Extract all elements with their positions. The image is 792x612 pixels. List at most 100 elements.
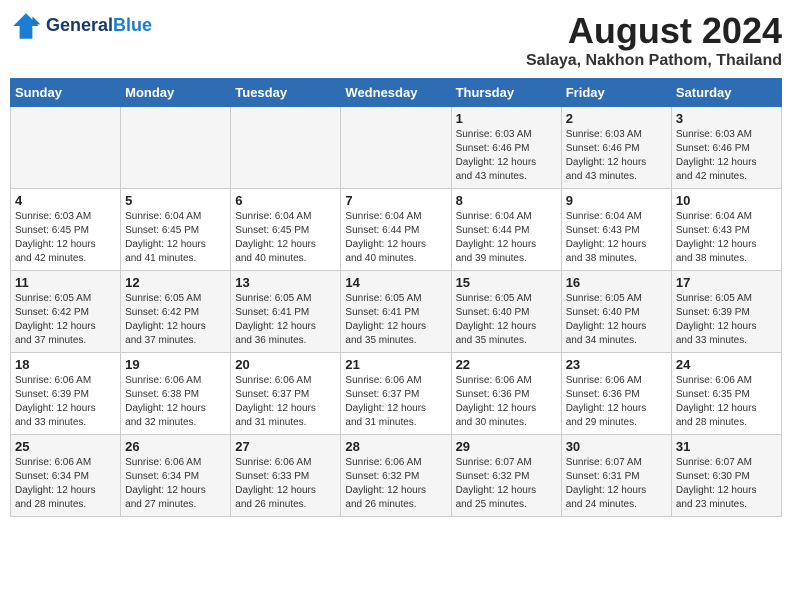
day-number: 21 <box>345 357 446 372</box>
day-number: 18 <box>15 357 116 372</box>
calendar-week-3: 11 Sunrise: 6:05 AM Sunset: 6:42 PM Dayli… <box>11 271 782 353</box>
calendar-day-28: 28 Sunrise: 6:06 AM Sunset: 6:32 PM Dayli… <box>341 435 451 517</box>
day-number: 1 <box>456 111 557 126</box>
calendar-day-6: 6 Sunrise: 6:04 AM Sunset: 6:45 PM Daylig… <box>231 189 341 271</box>
day-info: Sunrise: 6:07 AM Sunset: 6:32 PM Dayligh… <box>456 456 557 512</box>
calendar-day-27: 27 Sunrise: 6:06 AM Sunset: 6:33 PM Dayli… <box>231 435 341 517</box>
month-year: August 2024 <box>526 10 782 52</box>
day-info: Sunrise: 6:05 AM Sunset: 6:39 PM Dayligh… <box>676 292 777 348</box>
calendar-day-1: 1 Sunrise: 6:03 AM Sunset: 6:46 PM Daylig… <box>451 107 561 189</box>
calendar-day-7: 7Sunrise: 6:04 AM Sunset: 6:44 PM Daylig… <box>341 189 451 271</box>
day-number: 13 <box>235 275 336 290</box>
calendar-day-5: 5 Sunrise: 6:04 AM Sunset: 6:45 PM Daylig… <box>121 189 231 271</box>
calendar-day-23: 23Sunrise: 6:06 AM Sunset: 6:36 PM Dayli… <box>561 353 671 435</box>
day-info: Sunrise: 6:06 AM Sunset: 6:37 PM Dayligh… <box>345 374 446 430</box>
day-number: 24 <box>676 357 777 372</box>
calendar-day-20: 20Sunrise: 6:06 AM Sunset: 6:37 PM Dayli… <box>231 353 341 435</box>
location: Salaya, Nakhon Pathom, Thailand <box>526 52 782 70</box>
calendar-day-3: 3 Sunrise: 6:03 AM Sunset: 6:46 PM Daylig… <box>671 107 781 189</box>
day-number: 12 <box>125 275 226 290</box>
empty-cell <box>121 107 231 189</box>
day-number: 2 <box>566 111 667 126</box>
empty-cell <box>11 107 121 189</box>
weekday-header-saturday: Saturday <box>671 79 781 107</box>
calendar-day-26: 26 Sunrise: 6:06 AM Sunset: 6:34 PM Dayli… <box>121 435 231 517</box>
day-number: 19 <box>125 357 226 372</box>
day-number: 5 <box>125 193 226 208</box>
calendar-week-1: 1 Sunrise: 6:03 AM Sunset: 6:46 PM Daylig… <box>11 107 782 189</box>
day-number: 10 <box>676 193 777 208</box>
calendar-day-30: 30 Sunrise: 6:07 AM Sunset: 6:31 PM Dayli… <box>561 435 671 517</box>
day-number: 15 <box>456 275 557 290</box>
day-number: 14 <box>345 275 446 290</box>
day-info: Sunrise: 6:06 AM Sunset: 6:36 PM Dayligh… <box>566 374 667 430</box>
calendar-day-10: 10 Sunrise: 6:04 AM Sunset: 6:43 PM Dayli… <box>671 189 781 271</box>
day-info: Sunrise: 6:03 AM Sunset: 6:46 PM Dayligh… <box>456 128 557 184</box>
calendar-table: SundayMondayTuesdayWednesdayThursdayFrid… <box>10 78 782 517</box>
day-info: Sunrise: 6:05 AM Sunset: 6:42 PM Dayligh… <box>125 292 226 348</box>
calendar-day-19: 19Sunrise: 6:06 AM Sunset: 6:38 PM Dayli… <box>121 353 231 435</box>
day-number: 9 <box>566 193 667 208</box>
day-number: 22 <box>456 357 557 372</box>
day-info: Sunrise: 6:07 AM Sunset: 6:31 PM Dayligh… <box>566 456 667 512</box>
day-number: 3 <box>676 111 777 126</box>
calendar-day-11: 11 Sunrise: 6:05 AM Sunset: 6:42 PM Dayli… <box>11 271 121 353</box>
calendar-day-25: 25Sunrise: 6:06 AM Sunset: 6:34 PM Dayli… <box>11 435 121 517</box>
day-info: Sunrise: 6:05 AM Sunset: 6:40 PM Dayligh… <box>456 292 557 348</box>
day-info: Sunrise: 6:04 AM Sunset: 6:45 PM Dayligh… <box>125 210 226 266</box>
calendar-day-29: 29Sunrise: 6:07 AM Sunset: 6:32 PM Dayli… <box>451 435 561 517</box>
day-info: Sunrise: 6:06 AM Sunset: 6:37 PM Dayligh… <box>235 374 336 430</box>
calendar-day-4: 4Sunrise: 6:03 AM Sunset: 6:45 PM Daylig… <box>11 189 121 271</box>
day-info: Sunrise: 6:04 AM Sunset: 6:43 PM Dayligh… <box>676 210 777 266</box>
weekday-header-monday: Monday <box>121 79 231 107</box>
day-info: Sunrise: 6:06 AM Sunset: 6:32 PM Dayligh… <box>345 456 446 512</box>
day-info: Sunrise: 6:03 AM Sunset: 6:46 PM Dayligh… <box>676 128 777 184</box>
day-number: 7 <box>345 193 446 208</box>
day-info: Sunrise: 6:04 AM Sunset: 6:44 PM Dayligh… <box>456 210 557 266</box>
calendar-day-18: 18Sunrise: 6:06 AM Sunset: 6:39 PM Dayli… <box>11 353 121 435</box>
calendar-day-14: 14 Sunrise: 6:05 AM Sunset: 6:41 PM Dayli… <box>341 271 451 353</box>
day-number: 8 <box>456 193 557 208</box>
calendar-week-4: 18Sunrise: 6:06 AM Sunset: 6:39 PM Dayli… <box>11 353 782 435</box>
day-number: 4 <box>15 193 116 208</box>
calendar-day-17: 17 Sunrise: 6:05 AM Sunset: 6:39 PM Dayli… <box>671 271 781 353</box>
day-number: 16 <box>566 275 667 290</box>
calendar-day-12: 12 Sunrise: 6:05 AM Sunset: 6:42 PM Dayli… <box>121 271 231 353</box>
weekday-header-wednesday: Wednesday <box>341 79 451 107</box>
day-info: Sunrise: 6:05 AM Sunset: 6:41 PM Dayligh… <box>345 292 446 348</box>
calendar-day-9: 9 Sunrise: 6:04 AM Sunset: 6:43 PM Daylig… <box>561 189 671 271</box>
day-info: Sunrise: 6:06 AM Sunset: 6:36 PM Dayligh… <box>456 374 557 430</box>
day-info: Sunrise: 6:05 AM Sunset: 6:40 PM Dayligh… <box>566 292 667 348</box>
day-info: Sunrise: 6:06 AM Sunset: 6:34 PM Dayligh… <box>15 456 116 512</box>
day-info: Sunrise: 6:05 AM Sunset: 6:41 PM Dayligh… <box>235 292 336 348</box>
weekday-header-row: SundayMondayTuesdayWednesdayThursdayFrid… <box>11 79 782 107</box>
day-number: 6 <box>235 193 336 208</box>
day-info: Sunrise: 6:06 AM Sunset: 6:33 PM Dayligh… <box>235 456 336 512</box>
day-number: 11 <box>15 275 116 290</box>
logo-text: GeneralBlue <box>46 16 152 36</box>
day-info: Sunrise: 6:04 AM Sunset: 6:43 PM Dayligh… <box>566 210 667 266</box>
day-number: 31 <box>676 439 777 454</box>
day-number: 17 <box>676 275 777 290</box>
logo-icon <box>10 10 42 42</box>
weekday-header-thursday: Thursday <box>451 79 561 107</box>
page-header: GeneralBlue August 2024 Salaya, Nakhon P… <box>10 10 782 70</box>
day-info: Sunrise: 6:06 AM Sunset: 6:35 PM Dayligh… <box>676 374 777 430</box>
day-number: 27 <box>235 439 336 454</box>
calendar-week-5: 25Sunrise: 6:06 AM Sunset: 6:34 PM Dayli… <box>11 435 782 517</box>
calendar-day-21: 21 Sunrise: 6:06 AM Sunset: 6:37 PM Dayli… <box>341 353 451 435</box>
day-number: 28 <box>345 439 446 454</box>
calendar-day-2: 2 Sunrise: 6:03 AM Sunset: 6:46 PM Daylig… <box>561 107 671 189</box>
day-info: Sunrise: 6:06 AM Sunset: 6:34 PM Dayligh… <box>125 456 226 512</box>
weekday-header-friday: Friday <box>561 79 671 107</box>
calendar-day-24: 24 Sunrise: 6:06 AM Sunset: 6:35 PM Dayli… <box>671 353 781 435</box>
title-block: August 2024 Salaya, Nakhon Pathom, Thail… <box>526 10 782 70</box>
day-info: Sunrise: 6:05 AM Sunset: 6:42 PM Dayligh… <box>15 292 116 348</box>
calendar-day-31: 31Sunrise: 6:07 AM Sunset: 6:30 PM Dayli… <box>671 435 781 517</box>
day-number: 26 <box>125 439 226 454</box>
logo: GeneralBlue <box>10 10 152 42</box>
calendar-day-22: 22 Sunrise: 6:06 AM Sunset: 6:36 PM Dayli… <box>451 353 561 435</box>
day-number: 30 <box>566 439 667 454</box>
day-info: Sunrise: 6:03 AM Sunset: 6:46 PM Dayligh… <box>566 128 667 184</box>
day-info: Sunrise: 6:04 AM Sunset: 6:45 PM Dayligh… <box>235 210 336 266</box>
